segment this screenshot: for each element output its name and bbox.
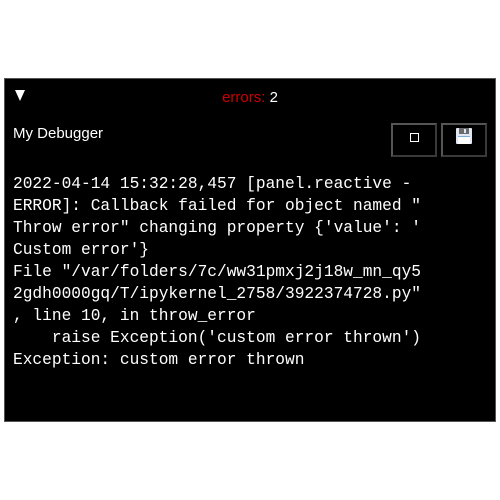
log-line: 2gdh0000gq/T/ipykernel_2758/3922374728.p… [13, 285, 421, 303]
error-counter: errors: 2 [5, 89, 495, 107]
log-line: Throw error" changing property {'value':… [13, 219, 421, 237]
log-line: raise Exception('custom error thrown') [13, 329, 421, 347]
errors-count: 2 [269, 89, 278, 106]
square-icon [409, 132, 419, 142]
log-line: , line 10, in throw_error [13, 307, 256, 325]
title-row: My Debugger [5, 119, 495, 161]
clear-button[interactable] [391, 123, 437, 157]
debugger-panel: errors: 2 My Debugger 2022-04-14 15:32:2… [4, 78, 496, 422]
log-line: Custom error'} [13, 241, 149, 259]
log-line: 2022-04-14 15:32:28,457 [panel.reactive … [13, 175, 412, 193]
debugger-title: My Debugger [13, 125, 104, 142]
log-line: Exception: custom error thrown [13, 351, 305, 369]
log-line: File "/var/folders/7c/ww31pmxj2j18w_mn_q… [13, 263, 421, 281]
log-line: ERROR]: Callback failed for object named… [13, 197, 421, 215]
save-button[interactable] [441, 123, 487, 157]
floppy-disk-icon [456, 128, 472, 144]
errors-label: errors: [222, 89, 270, 106]
panel-header: errors: 2 [5, 87, 495, 109]
error-log: 2022-04-14 15:32:28,457 [panel.reactive … [13, 173, 489, 371]
